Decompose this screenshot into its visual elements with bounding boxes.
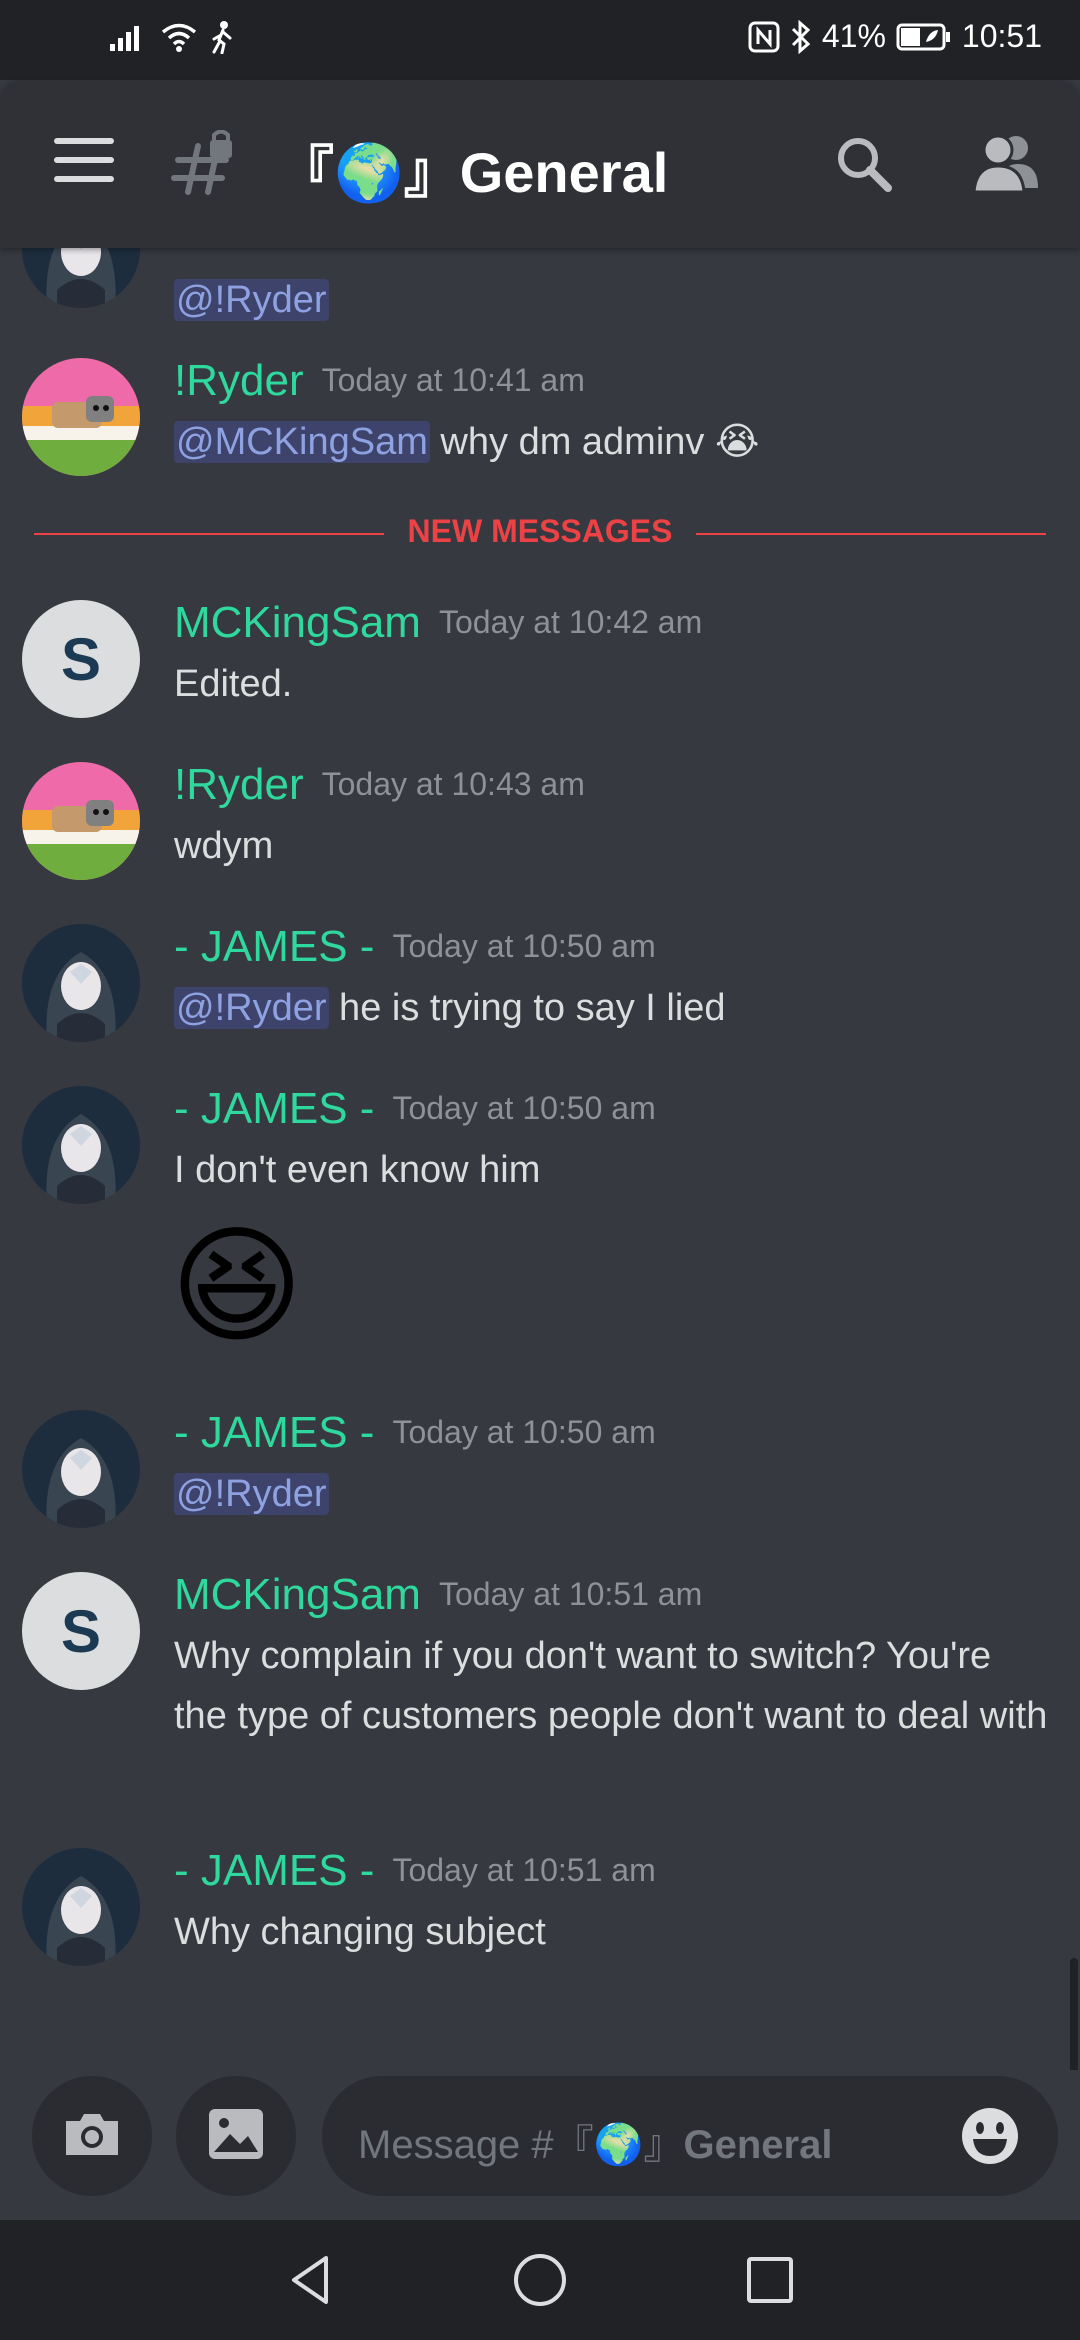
system-navigation-bar xyxy=(0,2220,1080,2340)
avatar-ryder[interactable] xyxy=(22,358,140,476)
username[interactable]: MCKingSam xyxy=(174,598,421,647)
message-text: Edited. xyxy=(174,663,293,705)
username[interactable]: - JAMES - xyxy=(174,1408,374,1457)
avatar-james[interactable] xyxy=(22,248,140,308)
username[interactable]: - JAMES - xyxy=(174,1846,374,1895)
nfc-icon xyxy=(748,21,780,53)
menu-icon[interactable] xyxy=(54,138,114,188)
mention[interactable]: @MCKingSam xyxy=(174,421,430,463)
message-text: wdym xyxy=(174,825,274,867)
mention[interactable]: @!Ryder xyxy=(174,987,329,1029)
mention[interactable]: @!Ryder xyxy=(174,279,329,321)
timestamp: Today at 10:51 am xyxy=(392,1852,656,1888)
message-text: Why changing subject xyxy=(174,1911,546,1953)
message-input-placeholder: Message #『🌍』General xyxy=(358,2123,833,2167)
message-text: why dm adminv 😭 xyxy=(429,421,760,463)
username[interactable]: !Ryder xyxy=(174,760,304,809)
members-icon[interactable] xyxy=(970,130,1040,196)
laughing-emoji[interactable]: 😆 xyxy=(170,1212,303,1362)
avatar-james[interactable] xyxy=(22,1410,140,1528)
timestamp: Today at 10:50 am xyxy=(392,928,656,964)
back-icon[interactable] xyxy=(282,2250,342,2310)
timestamp: Today at 10:42 am xyxy=(438,604,703,640)
camera-button[interactable] xyxy=(32,2076,152,2196)
message-text: Why complain if you don't want to switch… xyxy=(174,1635,1048,1737)
avatar-mckingsam[interactable]: S xyxy=(22,1572,140,1690)
home-icon[interactable] xyxy=(510,2250,570,2310)
timestamp: Today at 10:51 am xyxy=(438,1576,703,1612)
new-messages-label: NEW MESSAGES xyxy=(407,513,673,549)
search-icon[interactable] xyxy=(832,132,896,196)
message-list[interactable]: @!Ryder !Ryder Today at 10:41 am @MCKingS… xyxy=(0,248,1080,2070)
avatar-james[interactable] xyxy=(22,1848,140,1966)
channel-header: 『🌍』General xyxy=(0,80,1080,248)
image-icon xyxy=(206,2106,266,2167)
channel-title: 『🌍』General xyxy=(278,141,669,204)
timestamp: Today at 10:50 am xyxy=(392,1090,656,1126)
username[interactable]: - JAMES - xyxy=(174,1084,374,1133)
camera-icon xyxy=(62,2109,122,2164)
avatar-james[interactable] xyxy=(22,1086,140,1204)
status-bar: 41% 10:51 xyxy=(0,0,1080,80)
username[interactable]: MCKingSam xyxy=(174,1570,421,1619)
wifi-icon xyxy=(160,21,198,53)
timestamp: Today at 10:43 am xyxy=(321,766,585,802)
message-input[interactable]: Message #『🌍』General xyxy=(322,2076,1058,2196)
signal-icon xyxy=(108,22,148,52)
battery-percent: 41% xyxy=(821,18,886,54)
avatar-mckingsam[interactable]: S xyxy=(22,600,140,718)
walking-icon xyxy=(210,20,236,54)
message-text: he is trying to say I lied xyxy=(328,987,726,1029)
emoji-picker-icon[interactable] xyxy=(960,2106,1020,2166)
bluetooth-icon xyxy=(790,19,812,54)
locked-channel-hash-icon xyxy=(170,129,240,200)
scrollbar[interactable] xyxy=(1070,1958,1078,2070)
timestamp: Today at 10:41 am xyxy=(321,362,585,398)
mention[interactable]: @!Ryder xyxy=(174,1473,329,1515)
timestamp: Today at 10:50 am xyxy=(392,1414,656,1450)
message-text: I don't even know him xyxy=(174,1149,541,1191)
avatar-ryder[interactable] xyxy=(22,762,140,880)
recents-icon[interactable] xyxy=(740,2250,800,2310)
username[interactable]: - JAMES - xyxy=(174,922,374,971)
gallery-button[interactable] xyxy=(176,2076,296,2196)
avatar-james[interactable] xyxy=(22,924,140,1042)
clock: 10:51 xyxy=(961,18,1042,54)
username[interactable]: !Ryder xyxy=(174,356,304,405)
new-messages-divider: NEW MESSAGES xyxy=(34,513,1046,553)
battery-icon xyxy=(896,22,952,52)
